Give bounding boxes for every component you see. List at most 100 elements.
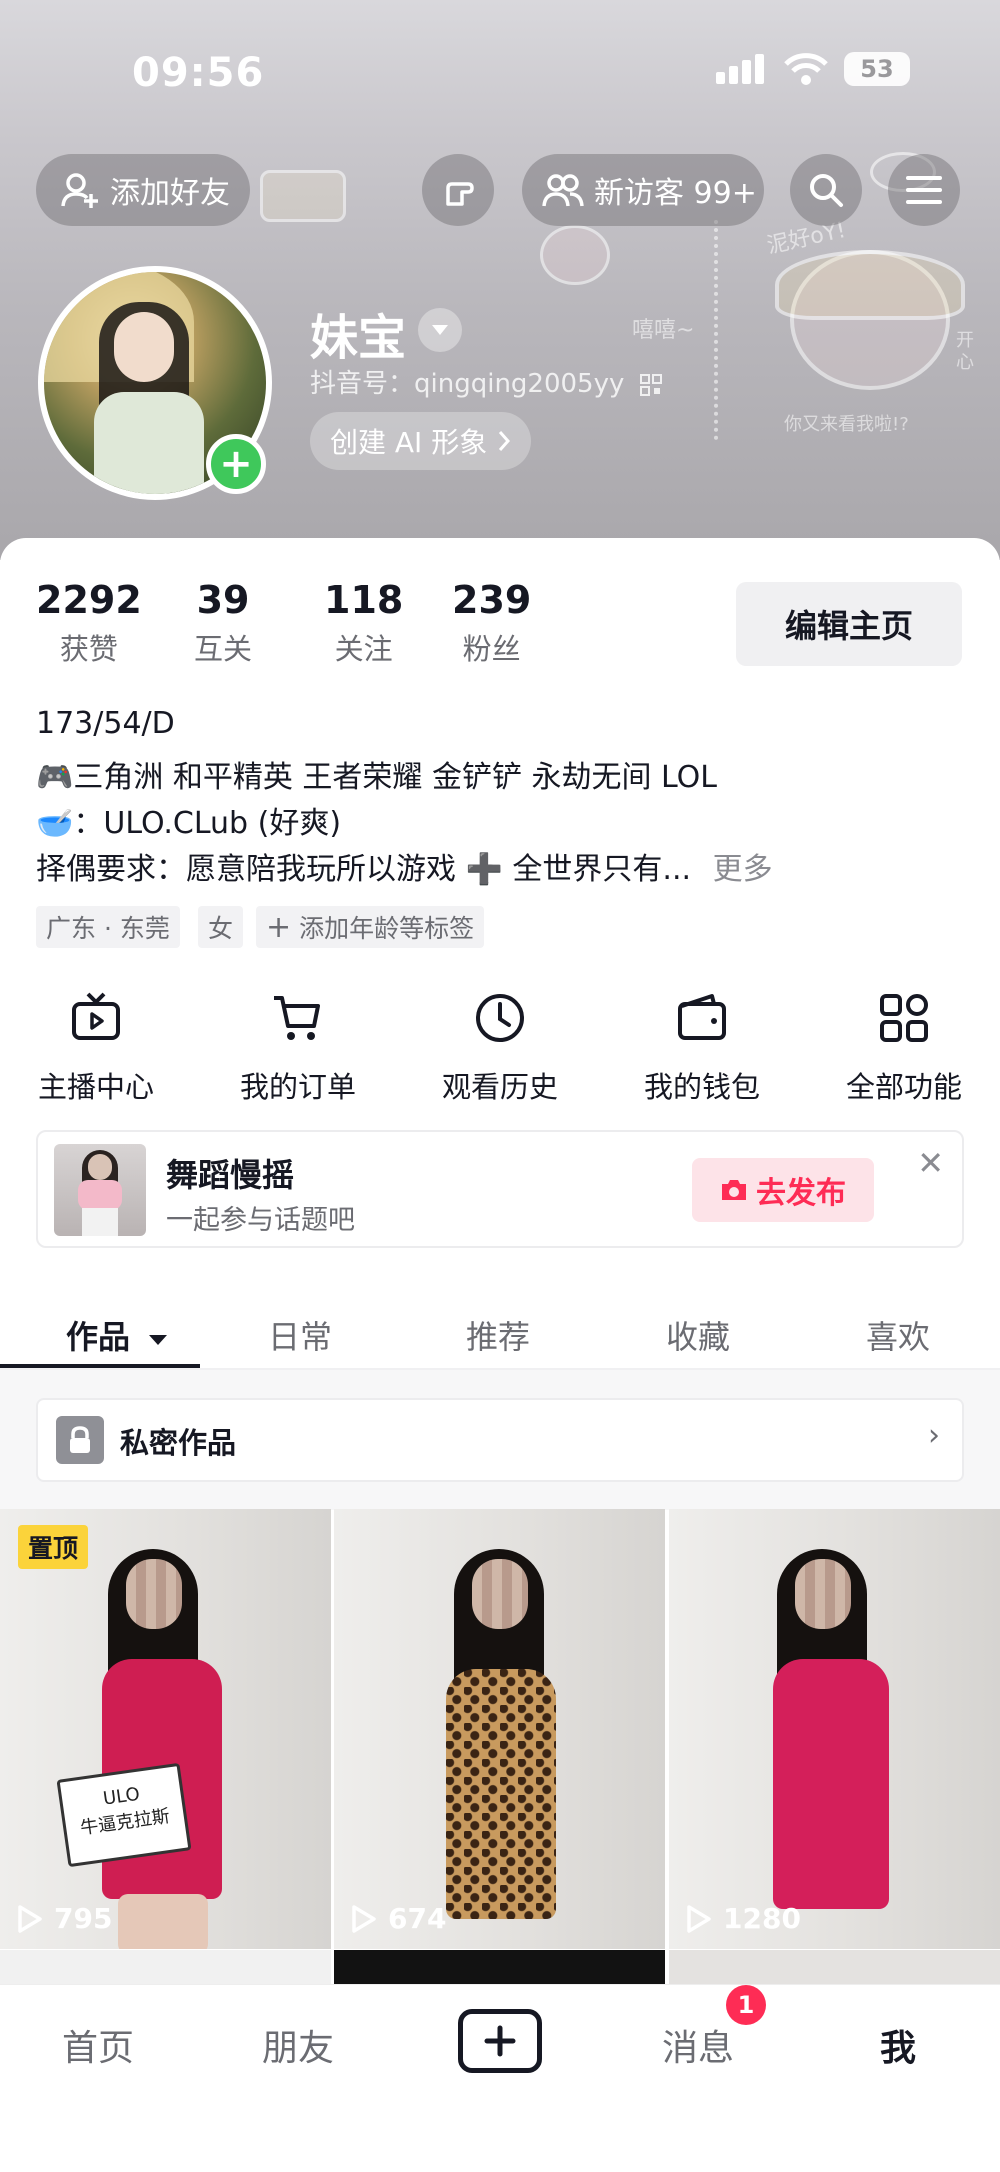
- menu-button[interactable]: [888, 154, 960, 226]
- panda-sticker-small: [540, 225, 610, 285]
- chevron-right-icon: ›: [928, 1418, 940, 1453]
- shortcut-label: 观看历史: [441, 1070, 558, 1104]
- nav-friends[interactable]: 朋友: [262, 2019, 334, 2071]
- tab-works[interactable]: 作品: [66, 1312, 169, 1358]
- stat-mutual[interactable]: 39 互关: [194, 578, 252, 668]
- private-works-bar[interactable]: 私密作品 ›: [36, 1398, 964, 1482]
- chevron-down-icon: [432, 325, 448, 335]
- new-visitors-button[interactable]: 新访客 99+: [522, 154, 764, 226]
- bottom-navigation: 首页 朋友 消息 1 我: [0, 1984, 1000, 2172]
- cart-icon: [274, 996, 320, 1040]
- promo-thumbnail: [54, 1144, 146, 1236]
- bio-line-4: 择偶要求：愿意陪我玩所以游戏 ➕ 全世界只有... 更多: [36, 844, 773, 888]
- shortcut-label: 我的钱包: [643, 1070, 760, 1104]
- plus-icon: +: [219, 441, 253, 487]
- hamburger-menu-icon: [906, 176, 942, 204]
- stat-following-label: 关注: [334, 632, 393, 666]
- shortcut-streamer-center[interactable]: 主播中心: [26, 990, 166, 1106]
- add-tags-button[interactable]: + 添加年龄等标签: [256, 906, 485, 948]
- bowl-icon: 🥣: [36, 806, 74, 841]
- wifi-icon: [784, 53, 828, 85]
- tab-favorites[interactable]: 收藏: [666, 1312, 730, 1358]
- video-thumbnail[interactable]: [0, 1950, 331, 1984]
- video-thumbnail[interactable]: 1280: [669, 1509, 1000, 1949]
- signal-icon: [716, 54, 768, 84]
- shortcut-my-orders[interactable]: 我的订单: [228, 990, 368, 1106]
- tab-daily[interactable]: 日常: [268, 1312, 332, 1358]
- view-count: 795: [16, 1902, 112, 1935]
- tv-play-icon: [72, 992, 120, 1040]
- profile-header-background: 泥好oY! 你又来看我啦!? 嘻嘻~ 开心 09:56 53 添加好友 新访客 …: [0, 0, 1000, 560]
- add-user-icon: [61, 173, 98, 208]
- douyin-id-text: 抖音号：qingqing2005yy: [310, 369, 625, 399]
- shortcut-all-features[interactable]: 全部功能: [834, 990, 974, 1106]
- promo-publish-button[interactable]: 去发布: [692, 1158, 874, 1222]
- sticker-text-again: 你又来看我啦!?: [784, 414, 909, 435]
- shortcut-label: 主播中心: [37, 1070, 154, 1104]
- view-count-value: 674: [388, 1902, 447, 1935]
- stat-likes[interactable]: 2292 获赞: [36, 578, 142, 668]
- play-icon: [352, 1904, 376, 1933]
- create-ai-avatar-button[interactable]: 创建 AI 形象: [310, 412, 532, 470]
- tab-recommended[interactable]: 推荐: [466, 1312, 530, 1358]
- hand-point-icon: [446, 182, 474, 206]
- tab-works-label: 作品: [66, 1318, 131, 1356]
- video-thumbnail[interactable]: [334, 1950, 665, 1984]
- status-icons: 53: [716, 52, 910, 86]
- add-avatar-button[interactable]: +: [206, 434, 266, 494]
- account-switch-button[interactable]: [418, 308, 462, 352]
- tag-gender: 女: [198, 906, 244, 948]
- nav-home[interactable]: 首页: [62, 2019, 134, 2071]
- hand-gesture-button[interactable]: [422, 154, 494, 226]
- promo-button-label: 去发布: [756, 1176, 846, 1211]
- nav-me[interactable]: 我: [880, 2019, 916, 2071]
- shortcut-wallet[interactable]: 我的钱包: [632, 990, 772, 1106]
- nav-messages[interactable]: 消息: [662, 2019, 734, 2071]
- hat-sticker: [775, 250, 965, 320]
- close-icon[interactable]: ✕: [917, 1144, 944, 1182]
- camera-icon: [722, 1180, 746, 1200]
- view-count: 674: [350, 1902, 446, 1935]
- play-icon: [18, 1904, 42, 1933]
- stat-followers[interactable]: 239 粉丝: [452, 578, 531, 668]
- bio-games-text: 三角洲 和平精英 王者荣耀 金铲铲 永劫无间 LOL: [73, 760, 718, 795]
- play-icon: [687, 1904, 711, 1933]
- stat-likes-value: 2292: [36, 578, 142, 622]
- chevron-right-icon: [499, 431, 511, 451]
- video-thumbnail[interactable]: 674: [334, 1509, 665, 1949]
- video-thumbnail[interactable]: [669, 1950, 1000, 1984]
- tab-likes[interactable]: 喜欢: [866, 1312, 930, 1358]
- status-time: 09:56: [132, 50, 265, 96]
- shortcut-watch-history[interactable]: 观看历史: [430, 990, 570, 1106]
- stat-following[interactable]: 118 关注: [324, 578, 403, 668]
- battery-icon: 53: [844, 52, 910, 86]
- search-icon: [810, 174, 843, 207]
- plus-icon: [484, 2025, 516, 2057]
- add-friend-button[interactable]: 添加好友: [36, 154, 250, 226]
- sticker-text-happy: 开心: [956, 330, 974, 373]
- bio-more-link[interactable]: 更多: [713, 852, 773, 887]
- plus-icon: +: [266, 909, 292, 945]
- caret-down-icon: [149, 1335, 168, 1345]
- bread-sticker: [260, 170, 346, 222]
- search-button[interactable]: [790, 154, 862, 226]
- add-tags-label: 添加年龄等标签: [299, 914, 475, 943]
- tag-location: 广东 · 东莞: [36, 906, 180, 948]
- hand-sign: ULO 牛逼克拉斯: [56, 1762, 192, 1868]
- view-count-value: 1280: [723, 1902, 801, 1935]
- create-post-button[interactable]: [458, 2009, 542, 2073]
- stat-mutual-value: 39: [196, 578, 250, 622]
- edit-profile-button[interactable]: 编辑主页: [736, 582, 962, 666]
- visitors-icon: [542, 174, 584, 207]
- stat-following-value: 118: [324, 578, 404, 622]
- video-thumbnail[interactable]: 置顶 ULO 牛逼克拉斯 795: [0, 1509, 331, 1949]
- lock-icon: [56, 1416, 104, 1464]
- sticker-text-hehe: 嘻嘻~: [632, 318, 695, 343]
- view-count-value: 795: [54, 1902, 113, 1935]
- topic-promo-card[interactable]: 舞蹈慢摇 一起参与话题吧 去发布 ✕: [36, 1130, 964, 1248]
- stat-likes-label: 获赞: [59, 632, 118, 666]
- douyin-id[interactable]: 抖音号：qingqing2005yy: [310, 363, 663, 400]
- new-visitors-label: 新访客 99+: [594, 176, 757, 211]
- add-friend-label: 添加好友: [110, 176, 230, 211]
- shortcut-label: 我的订单: [239, 1070, 356, 1104]
